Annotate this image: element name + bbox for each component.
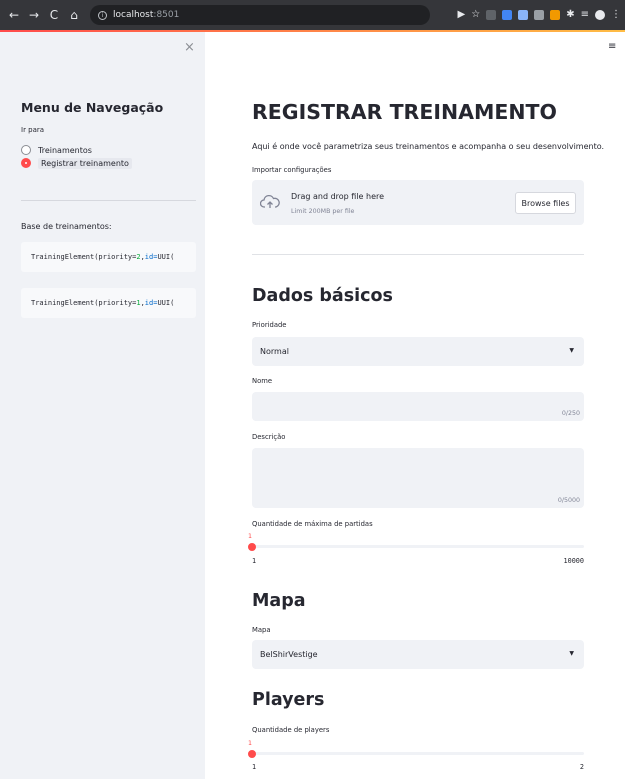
map-select-value: BelShirVestige <box>260 650 318 659</box>
code-text: UUI( <box>157 253 175 261</box>
name-char-counter: 0/250 <box>561 410 580 417</box>
max-matches-slider[interactable] <box>252 545 584 548</box>
extension-icon[interactable] <box>550 10 561 20</box>
max-matches-label: Quantidade de máxima de partidas <box>252 520 373 528</box>
radio-selected-icon[interactable] <box>21 158 31 168</box>
players-slider-thumb[interactable] <box>248 750 256 758</box>
url-port: :8501 <box>153 10 180 20</box>
reading-list-icon[interactable]: ≡ <box>581 10 589 20</box>
more-icon[interactable]: ⋮ <box>611 10 621 20</box>
chevron-down-icon: ▼ <box>569 347 574 354</box>
radio-icon[interactable] <box>21 145 31 155</box>
close-sidebar-icon[interactable]: × <box>184 40 195 55</box>
radio-label: Registrar treinamento <box>38 157 132 169</box>
code-keyword: id= <box>144 253 158 261</box>
browser-toolbar: ← → C ⌂ i localhost:8501 ▶ ☆ ✱ ≡ ⋮ <box>0 0 625 30</box>
map-label: Mapa <box>252 626 271 634</box>
extension-icon[interactable] <box>486 10 497 20</box>
name-label: Nome <box>252 377 273 385</box>
import-label: Importar configurações <box>252 166 332 174</box>
bookmark-star-icon[interactable]: ☆ <box>471 10 480 20</box>
description-label: Descrição <box>252 433 286 441</box>
radio-option-treinamentos[interactable]: Treinamentos <box>21 144 92 156</box>
file-dropzone[interactable]: Drag and drop file here Limit 200MB per … <box>252 180 584 225</box>
sidebar-title: Menu de Navegação <box>21 100 164 115</box>
map-select[interactable]: BelShirVestige ▼ <box>252 640 584 669</box>
section-heading-mapa: Mapa <box>252 591 306 611</box>
extensions-bar: ▶ ☆ ✱ ≡ ⋮ <box>458 0 621 30</box>
training-element-code: TrainingElement(priority= 1, id= UUI( <box>21 288 196 318</box>
chevron-down-icon: ▼ <box>569 650 574 657</box>
radio-option-registrar[interactable]: Registrar treinamento <box>21 157 132 169</box>
forward-icon[interactable]: → <box>26 8 42 22</box>
send-icon[interactable]: ▶ <box>458 10 466 20</box>
description-char-counter: 0/5000 <box>557 497 580 504</box>
section-heading-players: Players <box>252 690 325 710</box>
puzzle-icon[interactable]: ✱ <box>566 10 574 20</box>
max-matches-slider-value: 1 <box>248 533 253 540</box>
code-text: UUI( <box>157 299 175 307</box>
training-element-code: TrainingElement(priority= 2, id= UUI( <box>21 242 196 272</box>
slider-min-label: 1 <box>252 557 257 565</box>
extension-icon[interactable] <box>502 10 513 20</box>
extension-icon[interactable] <box>534 10 545 20</box>
address-bar[interactable]: i localhost:8501 <box>90 5 430 25</box>
reload-icon[interactable]: C <box>46 8 62 22</box>
url-host: localhost <box>113 10 154 20</box>
sidebar: × Menu de Navegação Ir para Treinamentos… <box>0 32 205 779</box>
main-menu-icon[interactable]: ≡ <box>608 41 616 52</box>
sidebar-divider <box>21 200 196 201</box>
page-title: REGISTRAR TREINAMENTO <box>252 100 557 124</box>
name-input[interactable]: 0/250 <box>252 392 584 421</box>
code-keyword: id= <box>144 299 158 307</box>
code-text: TrainingElement(priority= <box>31 299 137 307</box>
avatar[interactable] <box>595 10 605 20</box>
players-slider-value: 1 <box>248 740 253 747</box>
max-matches-slider-thumb[interactable] <box>248 543 256 551</box>
players-slider[interactable] <box>252 752 584 755</box>
home-icon[interactable]: ⌂ <box>66 8 82 22</box>
priority-label: Prioridade <box>252 321 287 329</box>
radio-label: Treinamentos <box>38 145 92 155</box>
dropzone-text: Drag and drop file here <box>291 192 385 201</box>
extension-icon[interactable] <box>518 10 529 20</box>
page-description: Aqui é onde você parametriza seus treina… <box>252 142 605 151</box>
priority-select-value: Normal <box>260 347 289 356</box>
section-heading-dados-basicos: Dados básicos <box>252 286 393 306</box>
description-textarea[interactable]: 0/5000 <box>252 448 584 508</box>
browse-files-button[interactable]: Browse files <box>515 192 576 214</box>
slider-min-label: 1 <box>252 763 257 771</box>
section-divider <box>252 254 584 255</box>
back-icon[interactable]: ← <box>6 8 22 22</box>
dropzone-limit: Limit 200MB per file <box>291 208 355 215</box>
code-text: TrainingElement(priority= <box>31 253 137 261</box>
info-icon[interactable]: i <box>98 10 107 20</box>
goto-label: Ir para <box>21 126 45 134</box>
cloud-upload-icon <box>260 194 280 208</box>
slider-max-label: 10000 <box>563 557 584 565</box>
players-label: Quantidade de players <box>252 726 330 734</box>
base-label: Base de treinamentos: <box>21 222 112 231</box>
slider-max-label: 2 <box>579 763 584 771</box>
priority-select[interactable]: Normal ▼ <box>252 337 584 366</box>
